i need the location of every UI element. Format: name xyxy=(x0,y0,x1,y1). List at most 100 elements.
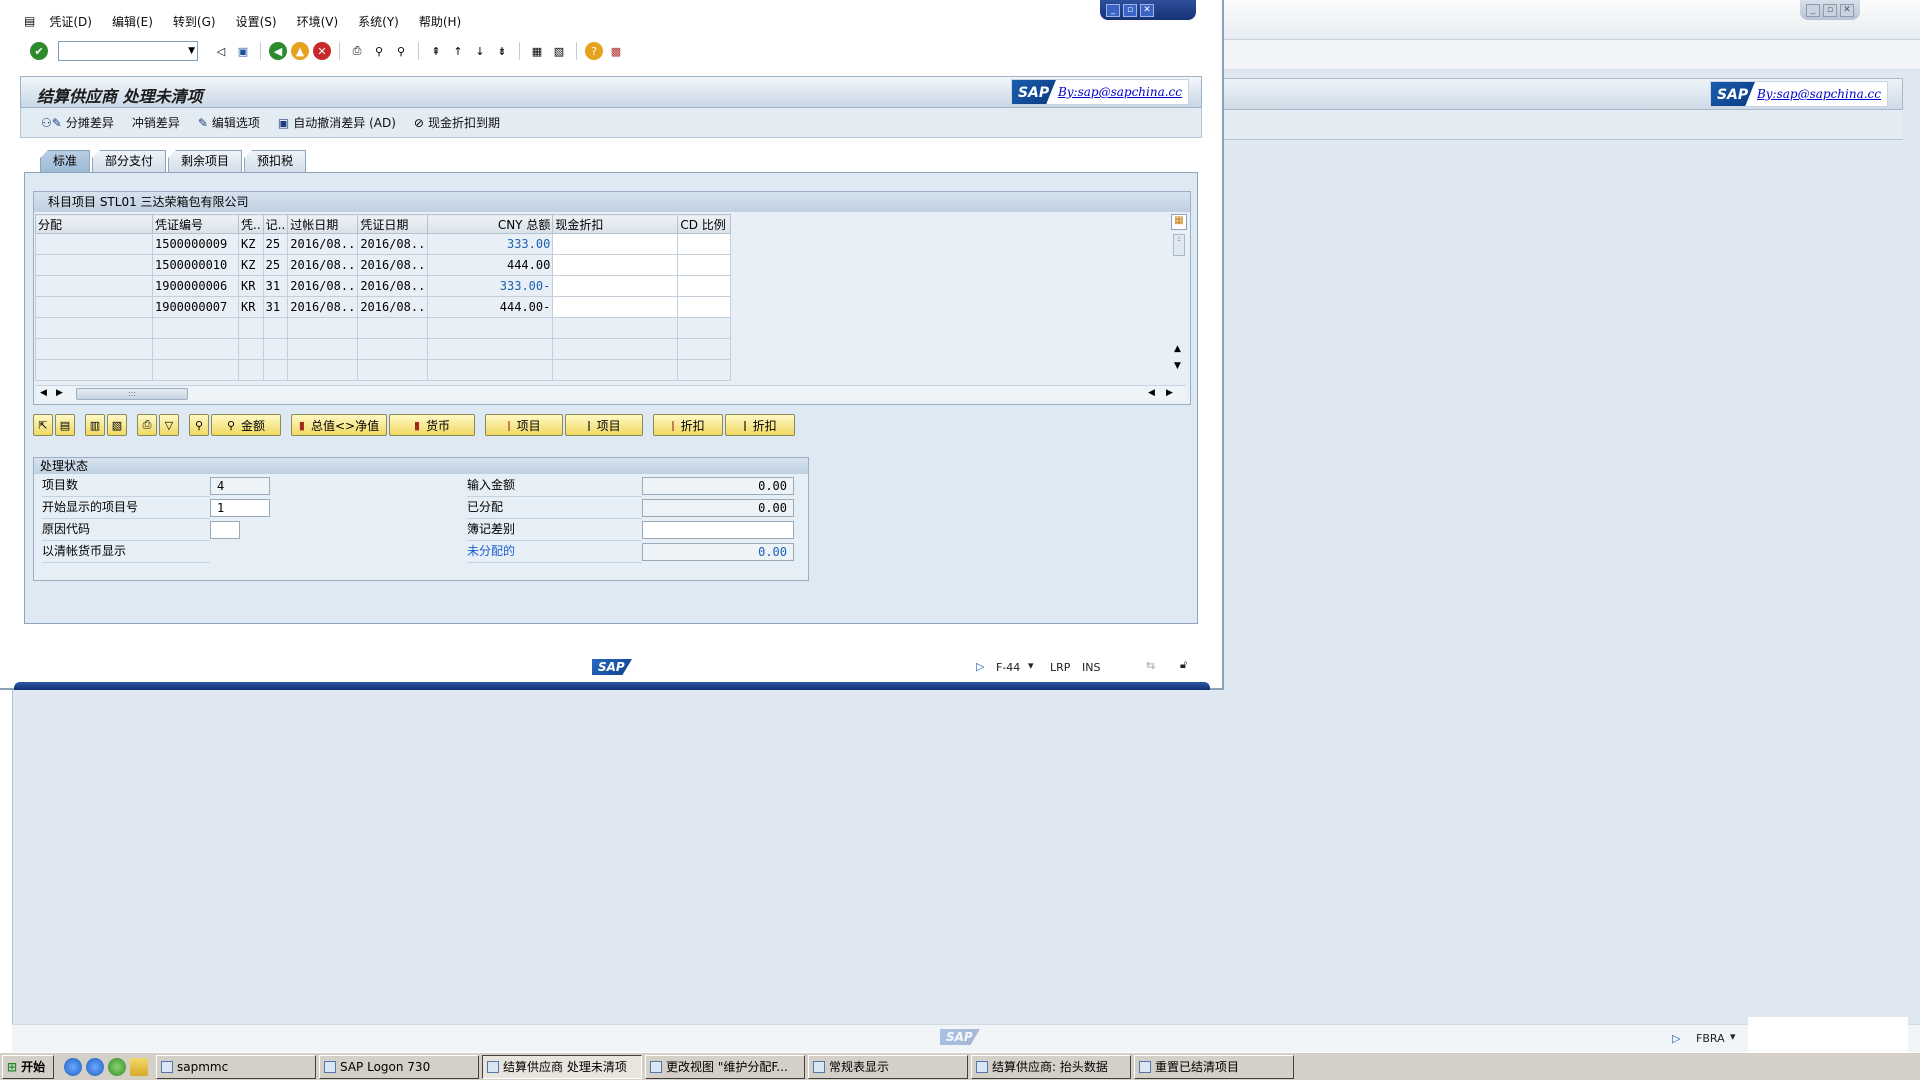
cell-cash-discount[interactable] xyxy=(552,254,679,276)
find-next-icon[interactable]: ⚲ xyxy=(392,42,410,60)
table-row[interactable]: 1900000007 KR 31 2016/08.. 2016/08.. 444.00- xyxy=(35,296,732,318)
search-amount-button[interactable]: ⚲ 金额 xyxy=(211,414,281,436)
col-posting-key[interactable]: 记.. xyxy=(262,214,289,234)
next-page-icon[interactable]: ↓ xyxy=(471,42,489,60)
cell-cash-discount[interactable] xyxy=(552,275,679,297)
col-doc-date[interactable]: 凭证日期 xyxy=(357,214,429,234)
close-icon[interactable]: ✕ xyxy=(1840,3,1854,17)
table-row[interactable]: 1900000006 KR 31 2016/08.. 2016/08.. 333.00- xyxy=(35,275,732,297)
start-item-field[interactable]: 1 xyxy=(210,499,270,517)
first-page-icon[interactable]: ⇞ xyxy=(427,42,445,60)
column-settings-icon[interactable]: ▦ xyxy=(1171,214,1187,230)
back-icon[interactable]: ◀ xyxy=(269,42,287,60)
play-icon[interactable]: ▷ xyxy=(976,660,984,673)
gross-net-button[interactable]: ▮ 总值<>净值 xyxy=(291,414,387,436)
network-icon[interactable] xyxy=(108,1057,126,1076)
minimize-icon[interactable]: _ xyxy=(1806,3,1820,17)
vertical-scrollbar[interactable]: ▦ : ▲ ▼ xyxy=(1171,214,1187,382)
table-row[interactable] xyxy=(35,338,732,360)
tab-partial-payment[interactable]: 部分支付 xyxy=(92,150,167,172)
scroll-left-icon[interactable]: ◀ xyxy=(1148,388,1155,398)
cash-discount-due-button[interactable]: ⊘ 现金折扣到期 xyxy=(406,112,508,133)
scroll-down-icon[interactable]: ▼ xyxy=(1174,361,1181,371)
hscroll-thumb[interactable]: ::: xyxy=(76,388,188,400)
currency-button[interactable]: ▮ 货币 xyxy=(389,414,475,436)
scroll-up-icon[interactable]: ▲ xyxy=(1174,344,1181,354)
col-amount[interactable]: CNY 总额 xyxy=(427,214,554,234)
cell-cash-discount[interactable] xyxy=(552,233,679,255)
last-page-icon[interactable]: ⇟ xyxy=(493,42,511,60)
find-button[interactable]: ⚲ xyxy=(189,414,209,436)
find-icon[interactable]: ⚲ xyxy=(370,42,388,60)
auto-writeoff-button[interactable]: ▣ 自动撤消差异 (AD) xyxy=(270,112,404,133)
prev-page-icon[interactable]: ↑ xyxy=(449,42,467,60)
minimize-icon[interactable]: _ xyxy=(1106,3,1120,17)
back-arrow-icon[interactable]: ◁ xyxy=(212,42,230,60)
print-icon[interactable]: ⎙ xyxy=(348,42,366,60)
activate-discount-button[interactable]: ǀ 折扣 xyxy=(653,414,723,436)
col-assignment[interactable]: 分配 xyxy=(35,214,153,234)
cell-cd-percent[interactable] xyxy=(677,338,732,360)
deactivate-item-button[interactable]: ǀ 项目 xyxy=(565,414,643,436)
start-button[interactable]: ⊞ 开始 xyxy=(2,1054,54,1079)
transaction-code[interactable]: F-44 xyxy=(996,661,1020,674)
table-row[interactable]: 1500000009 KZ 25 2016/08.. 2016/08.. 333.00 xyxy=(35,233,732,255)
select-block-button[interactable]: ▤ xyxy=(55,414,75,436)
menu-icon[interactable]: ▤ xyxy=(20,14,39,28)
folder-icon[interactable] xyxy=(130,1057,148,1076)
menu-goto[interactable]: 转到(G) xyxy=(163,13,226,30)
cell-cash-discount[interactable] xyxy=(552,317,679,339)
cell-cd-percent[interactable] xyxy=(677,359,732,381)
cell-cd-percent[interactable] xyxy=(677,296,732,318)
task-post-open-items[interactable]: 结算供应商 处理未清项 xyxy=(482,1054,642,1079)
filter-button[interactable]: ▽ xyxy=(159,414,179,436)
menu-environment[interactable]: 环境(V) xyxy=(287,13,349,30)
posting-difference-field[interactable] xyxy=(642,521,794,539)
tab-standard[interactable]: 标准 xyxy=(40,150,91,172)
cell-cd-percent[interactable] xyxy=(677,254,732,276)
restore-icon[interactable]: ▫ xyxy=(1823,3,1837,17)
table-row[interactable] xyxy=(35,359,732,381)
menu-document[interactable]: 凭证(D) xyxy=(39,13,102,30)
col-posting-date[interactable]: 过帐日期 xyxy=(287,214,359,234)
layout-icon[interactable]: ▩ xyxy=(607,42,625,60)
select-all-button[interactable]: ⇱ xyxy=(33,414,53,436)
help-icon[interactable]: ? xyxy=(585,42,603,60)
col-doc-type[interactable]: 凭.. xyxy=(238,214,264,234)
task-table-display[interactable]: 常规表显示 xyxy=(808,1054,968,1079)
close-icon[interactable]: ✕ xyxy=(1140,3,1154,17)
enter-icon[interactable]: ✔ xyxy=(30,42,48,60)
table-row[interactable]: 1500000010 KZ 25 2016/08.. 2016/08.. 444.00 xyxy=(35,254,732,276)
maximize-icon[interactable]: ▫ xyxy=(1123,3,1137,17)
menu-help[interactable]: 帮助(H) xyxy=(409,13,471,30)
reason-code-field[interactable] xyxy=(210,521,240,539)
save-icon[interactable]: ▣ xyxy=(234,42,252,60)
cell-cash-discount[interactable] xyxy=(552,359,679,381)
tab-withholding-tax[interactable]: 预扣税 xyxy=(244,150,307,172)
activate-item-button[interactable]: ǀ 项目 xyxy=(485,414,563,436)
chevron-down-icon[interactable]: ▼ xyxy=(188,46,195,56)
bg-by-link[interactable]: By:sap@sapchina.cc xyxy=(1755,87,1887,101)
cell-cd-percent[interactable] xyxy=(677,317,732,339)
col-cash-discount[interactable]: 现金折扣 xyxy=(552,214,679,234)
menu-edit[interactable]: 编辑(E) xyxy=(102,13,163,30)
col-cd-percent[interactable]: CD 比例 xyxy=(677,214,732,234)
col-doc-number[interactable]: 凭证编号 xyxy=(152,214,239,234)
scroll-thumb[interactable]: : xyxy=(1173,234,1185,256)
cancel-icon[interactable]: ✕ xyxy=(313,42,331,60)
editing-options-button[interactable]: ✎ 编辑选项 xyxy=(190,112,268,133)
cell-cash-discount[interactable] xyxy=(552,296,679,318)
command-field[interactable]: ▼ xyxy=(58,41,198,61)
menu-settings[interactable]: 设置(S) xyxy=(226,13,287,30)
chevron-down-icon[interactable]: ▾ xyxy=(1028,659,1034,672)
scroll-right-icon[interactable]: ▶ xyxy=(1166,388,1173,398)
print-button[interactable]: ⎙ xyxy=(137,414,157,436)
deactivate-items-button[interactable]: ▧ xyxy=(107,414,127,436)
exit-icon[interactable]: ▲ xyxy=(291,42,309,60)
scroll-left-icon[interactable]: ◀ xyxy=(40,388,47,398)
task-reset-cleared[interactable]: 重置已结清项目 xyxy=(1134,1054,1294,1079)
activate-items-button[interactable]: ▥ xyxy=(85,414,105,436)
refresh-icon[interactable] xyxy=(86,1057,104,1076)
table-row[interactable] xyxy=(35,317,732,339)
cell-cd-percent[interactable] xyxy=(677,275,732,297)
